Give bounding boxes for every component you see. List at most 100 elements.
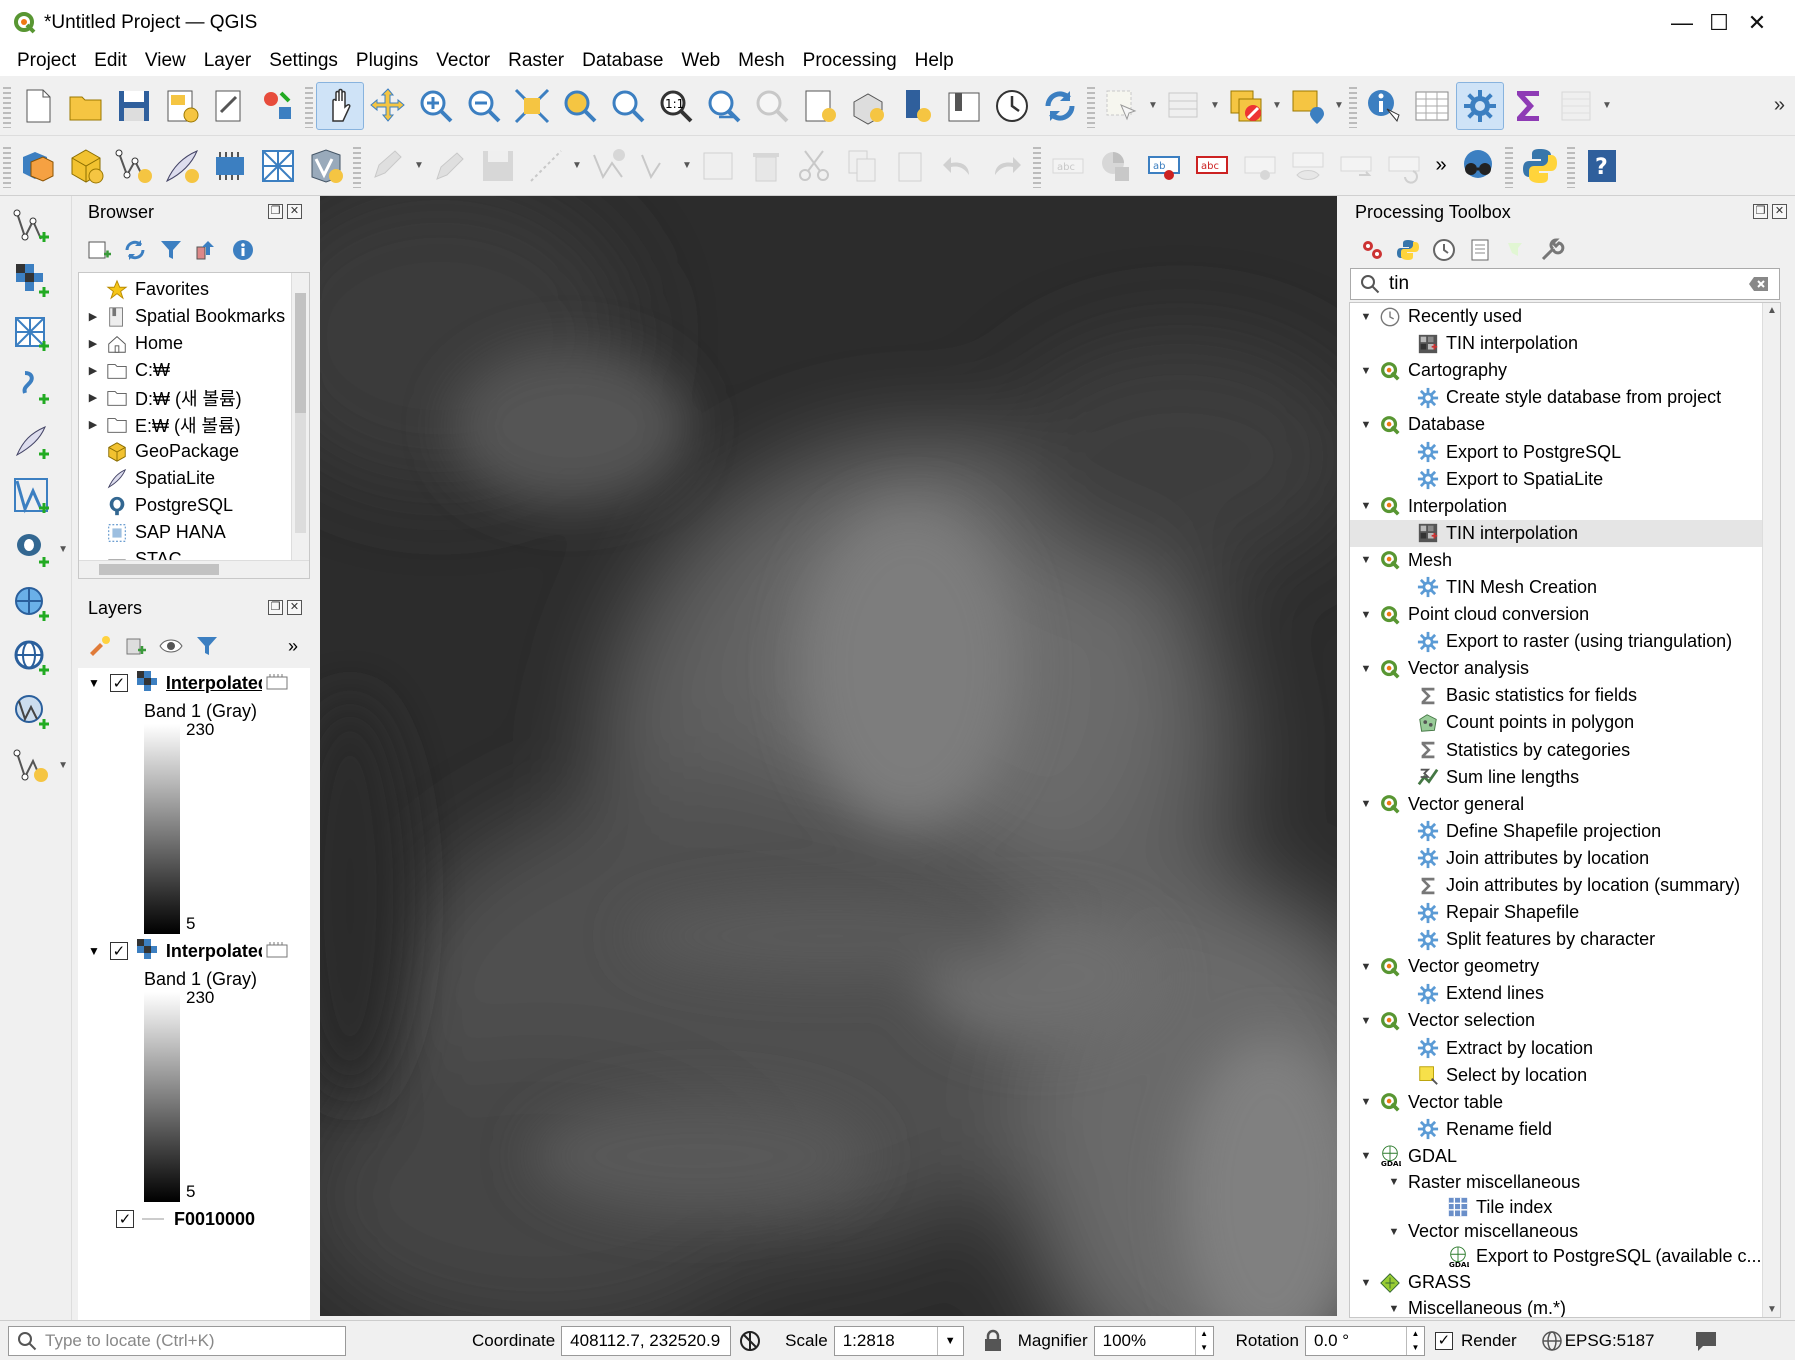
crs-label[interactable]: EPSG:5187 [1565, 1331, 1655, 1351]
rotation-spinbox[interactable]: 0.0 ° ▲ ▼ [1304, 1325, 1425, 1356]
expand-arrow-icon[interactable]: ▶ [85, 418, 101, 431]
algorithm-item[interactable]: TIN Mesh Creation [1350, 574, 1780, 601]
new-temporary-scratch-layer-icon[interactable] [302, 142, 350, 190]
toolbar-handle[interactable] [1033, 143, 1041, 188]
python-console-icon[interactable] [1516, 142, 1564, 190]
algorithm-item[interactable]: Rename field [1350, 1116, 1780, 1143]
toolbar-handle[interactable] [353, 143, 361, 188]
collapse-arrow-icon[interactable]: ▼ [1358, 609, 1374, 621]
models-icon[interactable] [1359, 237, 1385, 263]
algorithm-group[interactable]: ▼ GRASS [1350, 1269, 1780, 1296]
expand-arrow-icon[interactable]: ▶ [85, 310, 101, 323]
options-icon[interactable] [1539, 237, 1565, 263]
toolbar-handle[interactable] [1349, 83, 1357, 128]
toolbar-handle[interactable] [3, 83, 11, 128]
new-project-icon[interactable] [14, 82, 62, 130]
algorithm-group[interactable]: ▼ Vector table [1350, 1089, 1780, 1116]
new-spatialite-layer-icon[interactable] [158, 142, 206, 190]
browser-item[interactable]: GeoPackage [79, 438, 309, 465]
zoom-native-resolution-icon[interactable]: 1:1 [652, 82, 700, 130]
add-wfs-layer-icon[interactable] [8, 688, 56, 736]
zoom-out-icon[interactable] [460, 82, 508, 130]
collapse-arrow-icon[interactable]: ▼ [1358, 554, 1374, 566]
select-by-value-icon[interactable] [1160, 82, 1208, 130]
layer-row[interactable]: ✓ F0010000 [78, 1204, 310, 1234]
menu-web[interactable]: Web [672, 46, 729, 76]
more-tools-icon[interactable]: » [288, 636, 298, 657]
algorithm-item[interactable]: Create style database from project [1350, 384, 1780, 411]
menu-layer[interactable]: Layer [195, 46, 261, 76]
pan-map-icon[interactable] [316, 81, 364, 130]
chevron-down-icon[interactable]: ▼ [412, 142, 426, 190]
algorithm-item[interactable]: Extend lines [1350, 980, 1780, 1007]
browser-item[interactable]: ▶ D:₩ (새 볼륨) [79, 384, 309, 411]
toolbar-handle[interactable] [3, 143, 11, 188]
select-by-location-icon[interactable] [1284, 82, 1332, 130]
float-panel-icon[interactable]: ❐ [1753, 204, 1768, 219]
collapse-arrow-icon[interactable]: ▼ [1358, 663, 1374, 675]
redo-icon[interactable] [982, 142, 1030, 190]
zoom-next-icon[interactable] [748, 82, 796, 130]
browser-item[interactable]: SpatiaLite [79, 465, 309, 492]
collapse-arrow-icon[interactable]: ▼ [1358, 1150, 1374, 1162]
layer-row[interactable]: ▼ ✓ Interpolated [78, 668, 310, 698]
collapse-arrow-icon[interactable]: ▼ [1358, 1096, 1374, 1108]
new-geopackage-layer-icon[interactable] [62, 142, 110, 190]
toolbar-handle[interactable] [1505, 143, 1513, 188]
collapse-arrow-icon[interactable]: ▼ [1358, 798, 1374, 810]
info-icon[interactable] [230, 237, 256, 263]
toolbar-overflow-icon[interactable]: » [1774, 94, 1785, 117]
algorithm-group[interactable]: ▼ Recently used [1350, 303, 1780, 330]
add-mesh-layer-icon[interactable] [8, 310, 56, 358]
paste-features-icon[interactable] [886, 142, 934, 190]
float-panel-icon[interactable]: ❐ [268, 204, 283, 219]
algorithm-item[interactable]: Define Shapefile projection [1350, 818, 1780, 845]
browser-vertical-scrollbar[interactable] [291, 273, 309, 578]
collapse-arrow-icon[interactable]: ▼ [1358, 961, 1374, 973]
zoom-in-icon[interactable] [412, 82, 460, 130]
spin-arrows-icon[interactable]: ▲ ▼ [1405, 1326, 1424, 1355]
add-line-feature-icon[interactable] [522, 142, 570, 190]
collapse-arrow-icon[interactable]: ▼ [1386, 1176, 1402, 1188]
add-raster-layer-icon[interactable] [8, 256, 56, 304]
chevron-down-icon[interactable]: ▼ [1270, 82, 1284, 130]
locate-map-tips-icon[interactable] [1454, 142, 1502, 190]
layer-visibility-checkbox[interactable]: ✓ [116, 1210, 134, 1228]
undo-icon[interactable] [934, 142, 982, 190]
menu-database[interactable]: Database [573, 46, 672, 76]
pan-to-selection-icon[interactable] [364, 82, 412, 130]
move-label-icon[interactable] [1332, 142, 1380, 190]
help-contents-icon[interactable]: ? [1578, 142, 1626, 190]
add-postgis-layer-icon[interactable]: ▼ [8, 526, 68, 574]
embedded-widget-icon[interactable] [266, 674, 288, 692]
zoom-full-icon[interactable] [508, 82, 556, 130]
algorithm-item[interactable]: GDAL Export to PostgreSQL (available c... [1350, 1244, 1780, 1269]
layer-visibility-checkbox[interactable]: ✓ [109, 674, 128, 692]
vertex-tool-icon[interactable] [584, 142, 632, 190]
processing-toolbox-icon[interactable] [1456, 81, 1504, 130]
chevron-down-icon[interactable]: ▼ [1208, 82, 1222, 130]
menu-edit[interactable]: Edit [85, 46, 136, 76]
add-wms-layer-icon[interactable] [8, 580, 56, 628]
visibility-icon[interactable] [158, 633, 184, 659]
new-shapefile-layer-icon[interactable]: ▼ [8, 742, 68, 790]
algorithm-item[interactable]: Export to PostgreSQL [1350, 438, 1780, 465]
menu-settings[interactable]: Settings [260, 46, 347, 76]
algorithm-group[interactable]: ▼ Vector selection [1350, 1007, 1780, 1034]
python-scripts-icon[interactable] [1395, 237, 1421, 263]
algorithm-item[interactable]: TIN interpolation [1350, 519, 1780, 547]
chevron-down-icon[interactable]: ▼ [58, 544, 68, 555]
layer-diagram-options-icon[interactable] [1092, 142, 1140, 190]
crs-globe-icon[interactable] [1541, 1330, 1563, 1352]
add-group-icon[interactable] [122, 633, 148, 659]
copy-features-icon[interactable] [838, 142, 886, 190]
menu-view[interactable]: View [136, 46, 195, 76]
collapse-arrow-icon[interactable]: ▼ [1358, 1277, 1374, 1289]
collapse-arrow-icon[interactable]: ▼ [88, 944, 100, 958]
menu-raster[interactable]: Raster [499, 46, 573, 76]
highlight-pinned-labels-icon[interactable]: ab [1140, 142, 1188, 190]
magnifier-spinbox[interactable]: 100% ▲ ▼ [1093, 1325, 1214, 1356]
save-layer-edits-icon[interactable] [474, 142, 522, 190]
lock-scale-icon[interactable] [982, 1329, 1004, 1353]
browser-item[interactable]: Favorites [79, 276, 309, 303]
